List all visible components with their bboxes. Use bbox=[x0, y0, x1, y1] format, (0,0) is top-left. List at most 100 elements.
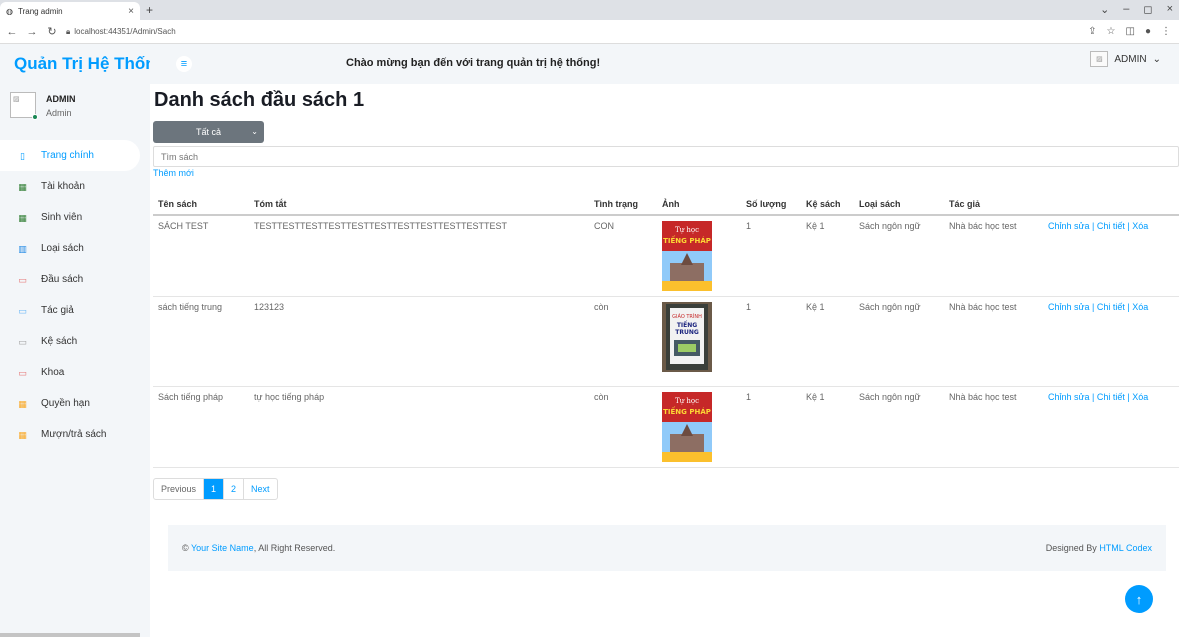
close-window-button[interactable]: × bbox=[1167, 3, 1173, 16]
forward-icon[interactable]: → bbox=[26, 26, 38, 38]
edit-link[interactable]: Chỉnh sửa bbox=[1048, 302, 1090, 312]
new-tab-button[interactable]: + bbox=[146, 3, 153, 17]
url-text: localhost:44351/Admin/Sach bbox=[74, 27, 176, 36]
browser-toolbar: ⇪ ☆ ◫ ● ⋮ bbox=[1088, 26, 1171, 37]
shelf-cell: Kệ 1 bbox=[801, 296, 854, 387]
detail-link[interactable]: Chi tiết bbox=[1097, 221, 1125, 231]
online-status-dot bbox=[32, 114, 38, 120]
edit-link[interactable]: Chỉnh sửa bbox=[1048, 392, 1090, 402]
reload-icon[interactable]: ↻ bbox=[46, 25, 58, 38]
designer-link[interactable]: HTML Codex bbox=[1099, 543, 1152, 553]
shelf-cell: Kệ 1 bbox=[801, 386, 854, 468]
sidebar-item[interactable]: ▥ Loại sách bbox=[0, 233, 140, 264]
window-controls: ⌄ – ◻ × bbox=[1100, 3, 1173, 16]
back-to-top-button[interactable]: ↑ bbox=[1125, 585, 1153, 613]
svg-text:TIẾNG: TIẾNG bbox=[677, 321, 697, 329]
table-row: SÁCH TEST TESTTESTTESTTESTTESTTESTTESTTES… bbox=[153, 215, 1179, 297]
book-cover-image: GIÁO TRÌNH TIẾNG TRUNG bbox=[662, 302, 736, 372]
tab-close-icon[interactable]: × bbox=[128, 6, 134, 17]
book-name-cell: SÁCH TEST bbox=[153, 215, 249, 297]
delete-link[interactable]: Xóa bbox=[1132, 302, 1148, 312]
sidebar-item[interactable]: ▭ Kệ sách bbox=[0, 326, 140, 357]
separator: | bbox=[1089, 392, 1097, 402]
profile-icon[interactable]: ● bbox=[1145, 26, 1151, 37]
column-header: Kệ sách bbox=[801, 193, 854, 216]
designer-credit: Designed By HTML Codex bbox=[1046, 543, 1152, 553]
user-dropdown[interactable]: ▨ ADMIN ⌄ bbox=[1090, 51, 1161, 67]
sidebar-item[interactable]: ▦ Sinh viên bbox=[0, 202, 140, 233]
book-name-cell: sách tiếng trung bbox=[153, 296, 249, 387]
cover-cell: Tự học TIẾNG PHÁP bbox=[657, 215, 741, 297]
main-content: Danh sách đầu sách 1 Tất cả ⌄ Thêm mới T… bbox=[150, 84, 1179, 637]
author-cell: Nhà bác học test bbox=[944, 215, 1043, 297]
actions-cell: Chỉnh sửa | Chi tiết | Xóa bbox=[1043, 215, 1179, 297]
globe-icon: ◍ bbox=[6, 6, 13, 16]
sidebar-profile: ▨ ADMIN Admin bbox=[10, 92, 76, 120]
sidebar-item[interactable]: ▦ Quyền hạn bbox=[0, 388, 140, 419]
category-cell: Sách ngôn ngữ bbox=[854, 386, 944, 468]
sidebar: ▨ ADMIN Admin ▯ Trang chính ▦ Tài khoản ▦ Sin… bbox=[0, 84, 150, 637]
sidebar-scrollbar[interactable] bbox=[0, 633, 140, 637]
sidebar-item-label: Khoa bbox=[41, 367, 65, 378]
book-icon: ▭ bbox=[18, 367, 27, 378]
sidebar-item-label: Tác giả bbox=[41, 305, 74, 316]
share-icon[interactable]: ⇪ bbox=[1088, 26, 1096, 37]
sidebar-toggle-button[interactable]: ≡ bbox=[176, 56, 192, 72]
add-new-link[interactable]: Thêm mới bbox=[153, 168, 194, 178]
svg-text:Tự học: Tự học bbox=[675, 397, 699, 405]
svg-text:GIÁO TRÌNH: GIÁO TRÌNH bbox=[672, 313, 702, 320]
sidebar-item[interactable]: ▯ Trang chính bbox=[0, 140, 140, 171]
url-field[interactable]: 🔒︎ localhost:44351/Admin/Sach bbox=[66, 27, 176, 37]
delete-link[interactable]: Xóa bbox=[1132, 392, 1148, 402]
sidebar-item[interactable]: ▭ Tác giả bbox=[0, 295, 140, 326]
user-name: ADMIN bbox=[1114, 53, 1147, 65]
edit-link[interactable]: Chỉnh sửa bbox=[1048, 221, 1090, 231]
designed-by-text: Designed By bbox=[1045, 543, 1097, 553]
menu-dots-icon[interactable]: ⋮ bbox=[1161, 26, 1171, 37]
book-cover-image: Tự học TIẾNG PHÁP bbox=[662, 221, 736, 291]
maximize-button[interactable]: ◻ bbox=[1143, 3, 1152, 16]
star-icon[interactable]: ☆ bbox=[1107, 26, 1116, 37]
page-button[interactable]: 1 bbox=[204, 479, 225, 499]
table-icon: ▦ bbox=[18, 429, 27, 440]
next-page-button[interactable]: Next bbox=[244, 479, 277, 499]
sidepanel-icon[interactable]: ◫ bbox=[1126, 26, 1135, 37]
column-header: Tên sách bbox=[153, 193, 249, 216]
sidebar-item[interactable]: ▦ Mượn/trả sách bbox=[0, 419, 140, 450]
browser-tab[interactable]: ◍ Trang admin × bbox=[0, 2, 140, 20]
page-title: Danh sách đầu sách 1 bbox=[154, 89, 365, 111]
column-header: Tóm tắt bbox=[249, 193, 589, 216]
sidebar-item-label: Quyền hạn bbox=[41, 398, 90, 409]
search-input[interactable] bbox=[153, 146, 1179, 167]
copyright: © Your Site Name, All Right Reserved. bbox=[182, 543, 335, 553]
column-header: Tình trạng bbox=[589, 193, 657, 216]
column-header: Số lượng bbox=[741, 193, 801, 216]
table-header-row: Tên sách Tóm tắt Tình trạng Ảnh Số lượng Kệ s… bbox=[153, 193, 1179, 216]
detail-link[interactable]: Chi tiết bbox=[1097, 392, 1125, 402]
lock-icon: 🔒︎ bbox=[66, 26, 71, 36]
copyright-symbol: © bbox=[182, 543, 189, 553]
back-icon[interactable]: ← bbox=[6, 26, 18, 38]
actions-cell: Chỉnh sửa | Chi tiết | Xóa bbox=[1043, 386, 1179, 468]
delete-link[interactable]: Xóa bbox=[1132, 221, 1148, 231]
status-cell: còn bbox=[589, 386, 657, 468]
page-button[interactable]: 2 bbox=[224, 479, 245, 499]
chevron-down-icon[interactable]: ⌄ bbox=[1100, 3, 1109, 16]
cover-cell: Tự học TIẾNG PHÁP bbox=[657, 386, 741, 468]
site-name-link[interactable]: Your Site Name bbox=[191, 543, 254, 553]
sidebar-item[interactable]: ▭ Khoa bbox=[0, 357, 140, 388]
sidebar-item[interactable]: ▦ Tài khoản bbox=[0, 171, 140, 202]
brand-logo[interactable]: Quản Trị Hệ Thống bbox=[0, 44, 150, 84]
welcome-message: Chào mừng bạn đến với trang quản trị hệ … bbox=[346, 57, 601, 69]
sidebar-item[interactable]: ▭ Đầu sách bbox=[0, 264, 140, 295]
category-filter-select[interactable]: Tất cả ⌄ bbox=[153, 121, 264, 143]
grid-icon: ▦ bbox=[18, 181, 27, 192]
minimize-button[interactable]: – bbox=[1123, 3, 1129, 16]
cover-cell: GIÁO TRÌNH TIẾNG TRUNG bbox=[657, 296, 741, 387]
status-cell: CON bbox=[589, 215, 657, 297]
rights-text: , All Right Reserved. bbox=[253, 543, 336, 553]
grid-icon: ▦ bbox=[18, 212, 27, 223]
previous-page-button[interactable]: Previous bbox=[154, 479, 205, 499]
detail-link[interactable]: Chi tiết bbox=[1097, 302, 1125, 312]
sidebar-item-label: Mượn/trả sách bbox=[41, 429, 107, 440]
